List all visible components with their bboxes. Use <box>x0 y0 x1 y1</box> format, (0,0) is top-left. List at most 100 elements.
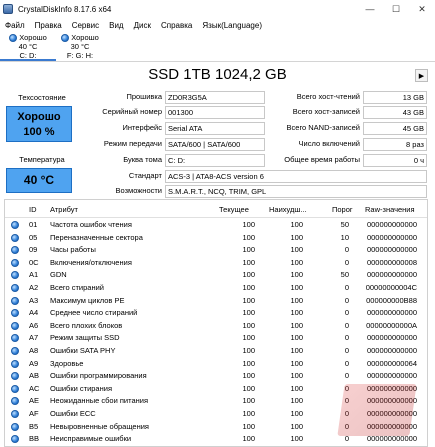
attr-current: 100 <box>242 270 255 280</box>
menu-view[interactable]: Вид <box>104 21 128 30</box>
attr-raw: 000000000000 <box>366 245 417 255</box>
attr-threshold: 0 <box>344 358 349 368</box>
menu-edit[interactable]: Правка <box>30 21 67 30</box>
menu-language[interactable]: Язык(Language) <box>197 21 267 30</box>
host-writes-label: Всего хост-записей <box>292 107 360 116</box>
interface-value: Serial ATA <box>165 122 265 135</box>
col-raw[interactable]: Raw-значения <box>365 205 415 214</box>
col-id[interactable]: ID <box>29 205 37 214</box>
status-dot-icon <box>11 296 19 305</box>
host-reads-label: Всего хост-чтений <box>296 92 360 101</box>
attr-current: 100 <box>242 320 255 330</box>
attr-id: A9 <box>29 358 39 368</box>
host-reads-value: 13 GB <box>363 91 427 104</box>
attr-worst: 100 <box>290 220 303 229</box>
table-row[interactable]: A7 Режим защиты SSD 100 100 0 000000000000 <box>5 332 427 345</box>
menu-service[interactable]: Сервис <box>67 21 104 30</box>
attr-name: Часы работы <box>50 245 96 255</box>
attr-raw: 000000000000 <box>366 270 417 280</box>
info-row-transfer: Режим передачи SATA/600 | SATA/600 Число… <box>0 138 435 151</box>
attr-worst: 100 <box>290 434 303 444</box>
info-row-standard: Стандарт ACS-3 | ATA8-ACS version 6 <box>0 170 435 183</box>
col-attribute[interactable]: Атрибут <box>50 205 78 214</box>
maximize-button[interactable]: ☐ <box>383 0 409 18</box>
standard-label: Стандарт <box>128 171 162 180</box>
menu-help[interactable]: Справка <box>156 21 197 30</box>
attr-id: A1 <box>29 270 39 280</box>
menu-disk[interactable]: Диск <box>129 21 156 30</box>
status-dot-icon <box>11 246 19 255</box>
table-row[interactable]: A8 Ошибки SATA PHY 100 100 0 000000000000 <box>5 345 427 358</box>
table-row[interactable]: A9 Здоровье 100 100 0 000000000064 <box>5 358 427 371</box>
table-row[interactable]: A1 GDN 100 100 50 000000000000 <box>5 269 427 282</box>
table-row[interactable]: A6 Всего плохих блоков 100 100 0 00000000000A <box>5 320 427 333</box>
attr-id: A2 <box>29 283 39 292</box>
attr-id: 09 <box>29 245 38 255</box>
power-hours-value: 0 ч <box>363 154 427 167</box>
title-bar: CrystalDiskInfo 8.17.6 x64 — ☐ ✕ <box>0 0 435 18</box>
attr-id: 0C <box>29 257 39 267</box>
attr-current: 100 <box>242 257 255 267</box>
attr-name: Здоровье <box>50 358 84 368</box>
table-row[interactable]: A4 Среднее число стираний 100 100 0 000000000… <box>5 307 427 320</box>
table-row[interactable]: 0C Включения/отключения 100 100 0 00000000000… <box>5 257 427 270</box>
table-row[interactable]: A3 Максимум циклов PE 100 100 0 000000000B88 <box>5 295 427 308</box>
disk-tab-2[interactable]: Хорошо 30 °C F: G: H: <box>52 32 108 61</box>
attr-raw: 000000000000 <box>366 232 417 242</box>
attr-worst: 100 <box>290 396 303 406</box>
status-dot-icon <box>11 397 19 406</box>
power-count-value: 8 раз <box>363 138 427 151</box>
status-dot-icon <box>11 435 19 444</box>
col-current[interactable]: Текущее <box>219 205 249 214</box>
attr-worst: 100 <box>290 371 303 381</box>
col-worst[interactable]: Наихудш... <box>269 205 307 214</box>
attr-name: Ошибки SATA PHY <box>50 346 116 355</box>
features-value: S.M.A.R.T., NCQ, TRIM, GPL <box>165 185 427 198</box>
power-count-label: Число включений <box>298 139 360 148</box>
attr-id: AE <box>29 396 40 406</box>
info-row-serial: Серийный номер 001300 Всего хост-записей… <box>0 106 435 119</box>
status-dot-icon <box>11 347 19 355</box>
attr-name: Среднее число стираний <box>50 308 138 318</box>
col-threshold[interactable]: Порог <box>332 205 353 214</box>
table-row[interactable]: 05 Переназначенные сектора 100 100 10 0000000… <box>5 232 427 245</box>
attr-id: A8 <box>29 346 39 355</box>
attr-current: 100 <box>242 434 255 444</box>
power-hours-label: Общее время работы <box>284 155 360 164</box>
transfer-mode-value: SATA/600 | SATA/600 <box>165 138 265 151</box>
health-dot-icon <box>9 33 18 42</box>
attr-worst: 100 <box>290 409 303 418</box>
close-button[interactable]: ✕ <box>409 0 435 18</box>
attr-worst: 100 <box>290 308 303 318</box>
status-dot-icon <box>11 384 19 393</box>
drive-title: SSD 1TB 1024,2 GB <box>148 66 287 83</box>
table-row[interactable]: AB Ошибки программирования 100 100 0 00000000… <box>5 370 427 383</box>
attr-raw: 000000000064 <box>366 358 417 368</box>
attr-name: Ошибки стирания <box>50 383 112 393</box>
attr-name: Неисправимые ошибки <box>50 434 132 444</box>
firmware-value: ZD0R3G5A <box>165 91 265 104</box>
attr-raw: 000000000000 <box>366 308 417 318</box>
disk-tab-1[interactable]: Хорошо 40 °C C: D: <box>0 32 56 61</box>
attr-id: A3 <box>29 295 39 305</box>
attr-name: Всего стираний <box>50 283 104 292</box>
attr-worst: 100 <box>290 295 303 305</box>
serial-value: 001300 <box>165 106 265 119</box>
attr-name: Режим защиты SSD <box>50 333 120 343</box>
disk-temp: 40 °C <box>18 42 38 51</box>
table-row[interactable]: 09 Часы работы 100 100 0 000000000000 <box>5 244 427 257</box>
disk-letters: C: D: <box>19 51 37 60</box>
table-row[interactable]: A2 Всего стираний 100 100 0 00000000004C <box>5 282 427 295</box>
attr-raw: 00000000004C <box>365 283 417 292</box>
attr-name: Неожиданные сбои питания <box>50 396 149 406</box>
attr-worst: 100 <box>290 320 303 330</box>
menu-file[interactable]: Файл <box>0 21 30 30</box>
attr-id: 05 <box>29 232 38 242</box>
attr-id: BB <box>29 434 40 444</box>
next-disk-button[interactable]: ▶ <box>415 69 428 82</box>
minimize-button[interactable]: — <box>357 0 383 18</box>
attr-id: A6 <box>29 320 39 330</box>
table-row[interactable]: 01 Частота ошибок чтения 100 100 50 000000000… <box>5 219 427 232</box>
attr-worst: 100 <box>290 257 303 267</box>
app-icon <box>3 4 13 14</box>
